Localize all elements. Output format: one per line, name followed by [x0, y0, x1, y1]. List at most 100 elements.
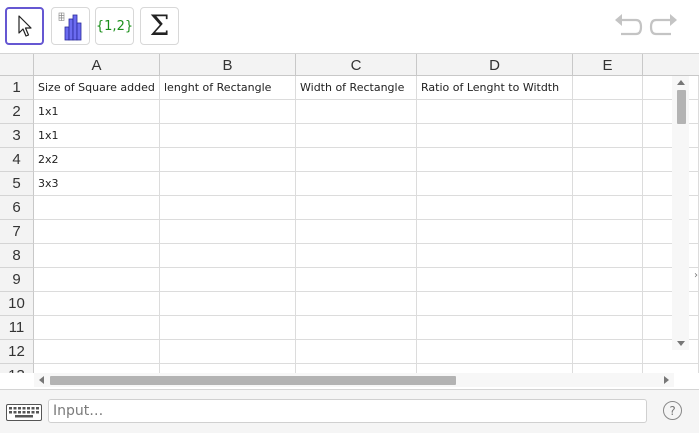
- cell-b10[interactable]: [160, 292, 296, 316]
- cell-b7[interactable]: [160, 220, 296, 244]
- cell-a5[interactable]: 3x3: [34, 172, 160, 196]
- cell-b4[interactable]: [160, 148, 296, 172]
- row-header-4[interactable]: 4: [0, 148, 34, 172]
- cell-a4[interactable]: 2x2: [34, 148, 160, 172]
- cell-c3[interactable]: [296, 124, 417, 148]
- cell-a12[interactable]: [34, 340, 160, 364]
- help-icon[interactable]: ?: [663, 401, 682, 420]
- cell-c12[interactable]: [296, 340, 417, 364]
- cell-f4[interactable]: [643, 148, 699, 172]
- vertical-scrollbar[interactable]: [672, 76, 689, 350]
- cell-c13[interactable]: [296, 364, 417, 373]
- row-header-5[interactable]: 5: [0, 172, 34, 196]
- row-header-9[interactable]: 9: [0, 268, 34, 292]
- create-list-button[interactable]: {1,2}: [95, 7, 134, 45]
- cell-d5[interactable]: [417, 172, 573, 196]
- cell-f6[interactable]: [643, 196, 699, 220]
- cell-f11[interactable]: [643, 316, 699, 340]
- cell-d4[interactable]: [417, 148, 573, 172]
- cell-c8[interactable]: [296, 244, 417, 268]
- cell-f3[interactable]: [643, 124, 699, 148]
- cell-c9[interactable]: [296, 268, 417, 292]
- algebra-input-field[interactable]: [48, 399, 647, 423]
- column-header-a[interactable]: A: [34, 54, 160, 76]
- row-header-13[interactable]: 13: [0, 364, 34, 373]
- move-tool-button[interactable]: [5, 7, 44, 45]
- redo-icon[interactable]: [648, 10, 680, 42]
- row-header-10[interactable]: 10: [0, 292, 34, 316]
- cell-d9[interactable]: [417, 268, 573, 292]
- cell-d11[interactable]: [417, 316, 573, 340]
- row-header-12[interactable]: 12: [0, 340, 34, 364]
- cell-c5[interactable]: [296, 172, 417, 196]
- cell-c11[interactable]: [296, 316, 417, 340]
- cell-a10[interactable]: [34, 292, 160, 316]
- cell-e10[interactable]: [573, 292, 643, 316]
- cell-b8[interactable]: [160, 244, 296, 268]
- corner-cell[interactable]: [0, 54, 34, 76]
- cell-f7[interactable]: [643, 220, 699, 244]
- cell-c2[interactable]: [296, 100, 417, 124]
- cell-e7[interactable]: [573, 220, 643, 244]
- cell-b1[interactable]: lenght of Rectangle: [160, 76, 296, 100]
- cell-a8[interactable]: [34, 244, 160, 268]
- column-header-c[interactable]: C: [296, 54, 417, 76]
- cell-e3[interactable]: [573, 124, 643, 148]
- scroll-down-icon[interactable]: [677, 341, 685, 346]
- cell-d6[interactable]: [417, 196, 573, 220]
- cell-b9[interactable]: [160, 268, 296, 292]
- cell-d10[interactable]: [417, 292, 573, 316]
- row-header-2[interactable]: 2: [0, 100, 34, 124]
- scroll-right-icon[interactable]: [664, 376, 669, 384]
- sum-button[interactable]: Σ: [140, 7, 179, 45]
- cell-a9[interactable]: [34, 268, 160, 292]
- scroll-left-icon[interactable]: [39, 376, 44, 384]
- cell-f9[interactable]: [643, 268, 699, 292]
- cell-b2[interactable]: [160, 100, 296, 124]
- scroll-up-icon[interactable]: [677, 80, 685, 85]
- undo-icon[interactable]: [612, 10, 644, 42]
- cell-a3[interactable]: 1x1: [34, 124, 160, 148]
- cell-d7[interactable]: [417, 220, 573, 244]
- cell-c4[interactable]: [296, 148, 417, 172]
- horizontal-scroll-thumb[interactable]: [50, 376, 456, 385]
- cell-f2[interactable]: [643, 100, 699, 124]
- row-header-1[interactable]: 1: [0, 76, 34, 100]
- cell-c7[interactable]: [296, 220, 417, 244]
- cell-e13[interactable]: [573, 364, 643, 373]
- keyboard-icon[interactable]: [6, 404, 42, 421]
- cell-f10[interactable]: [643, 292, 699, 316]
- row-header-8[interactable]: 8: [0, 244, 34, 268]
- side-panel-chevron-icon[interactable]: ›: [694, 270, 698, 281]
- cell-d12[interactable]: [417, 340, 573, 364]
- cell-b3[interactable]: [160, 124, 296, 148]
- cell-d8[interactable]: [417, 244, 573, 268]
- cell-a13[interactable]: [34, 364, 160, 373]
- cell-f1[interactable]: [643, 76, 699, 100]
- cell-c1[interactable]: Width of Rectangle: [296, 76, 417, 100]
- cell-c10[interactable]: [296, 292, 417, 316]
- cell-b11[interactable]: [160, 316, 296, 340]
- one-variable-analysis-button[interactable]: [51, 7, 90, 45]
- vertical-scroll-thumb[interactable]: [677, 90, 686, 124]
- row-header-7[interactable]: 7: [0, 220, 34, 244]
- column-header-f[interactable]: [643, 54, 699, 76]
- cell-e5[interactable]: [573, 172, 643, 196]
- row-header-6[interactable]: 6: [0, 196, 34, 220]
- cell-e6[interactable]: [573, 196, 643, 220]
- cell-e11[interactable]: [573, 316, 643, 340]
- row-header-3[interactable]: 3: [0, 124, 34, 148]
- cell-a6[interactable]: [34, 196, 160, 220]
- cell-b6[interactable]: [160, 196, 296, 220]
- cell-a7[interactable]: [34, 220, 160, 244]
- cell-a2[interactable]: 1x1: [34, 100, 160, 124]
- row-header-11[interactable]: 11: [0, 316, 34, 340]
- cell-e9[interactable]: [573, 268, 643, 292]
- cell-a11[interactable]: [34, 316, 160, 340]
- cell-b13[interactable]: [160, 364, 296, 373]
- cell-e4[interactable]: [573, 148, 643, 172]
- cell-e1[interactable]: [573, 76, 643, 100]
- cell-f12[interactable]: [643, 340, 699, 364]
- cell-c6[interactable]: [296, 196, 417, 220]
- column-header-b[interactable]: B: [160, 54, 296, 76]
